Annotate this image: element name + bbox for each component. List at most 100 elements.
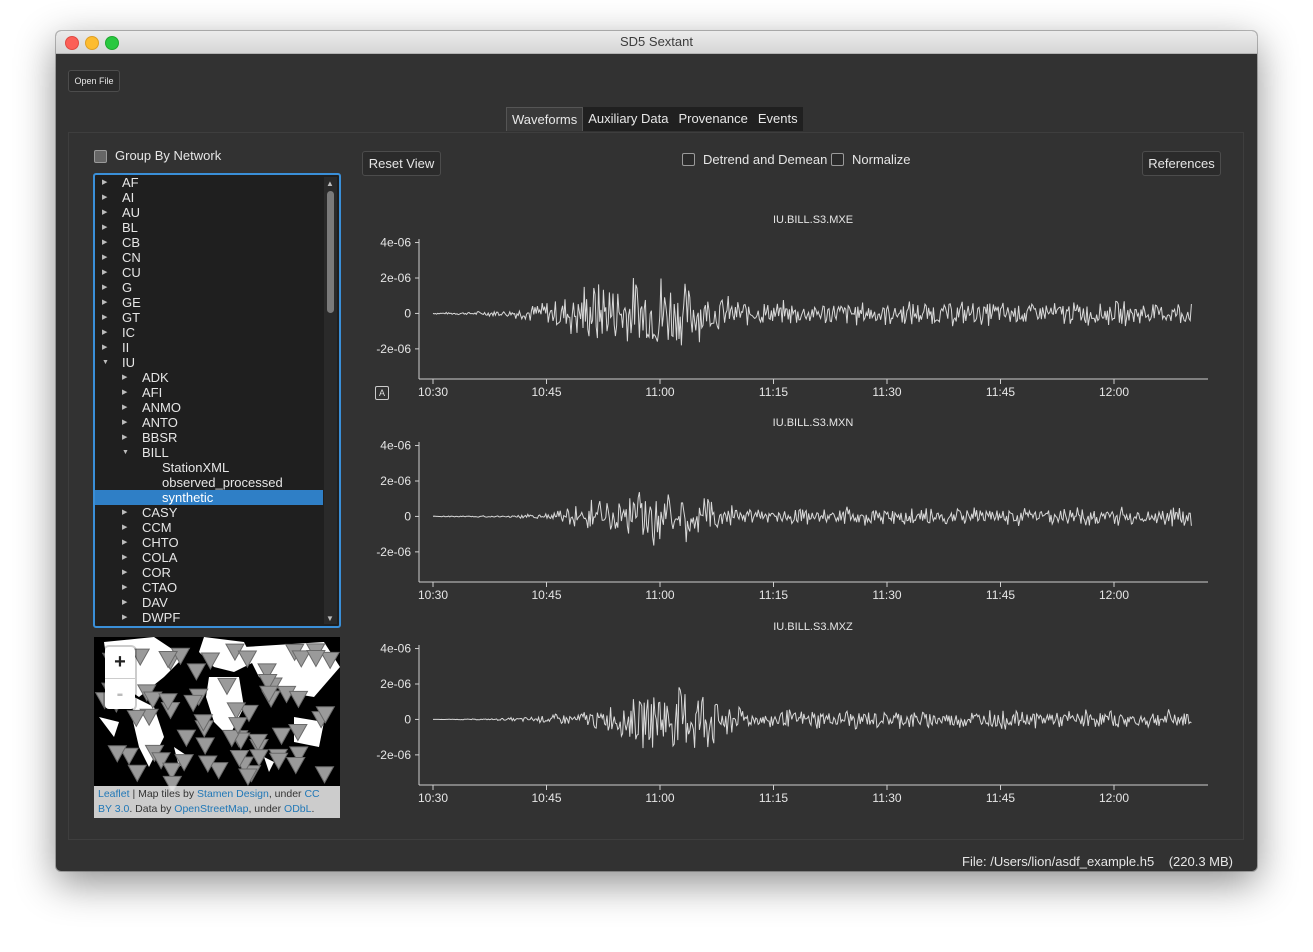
- tree-item-bbsr[interactable]: ▶ BBSR: [95, 430, 323, 445]
- collapsed-arrow-icon[interactable]: ▶: [122, 550, 127, 565]
- tree-scrollbar[interactable]: ▲ ▼: [324, 177, 337, 624]
- tab-provenance[interactable]: Provenance: [673, 107, 753, 131]
- collapsed-arrow-icon[interactable]: ▶: [122, 370, 127, 385]
- tree-item-ic[interactable]: ▶ IC: [95, 325, 323, 340]
- station-marker[interactable]: [288, 690, 309, 709]
- tree-item-au[interactable]: ▶ AU: [95, 205, 323, 220]
- tree-item-dav[interactable]: ▶ DAV: [95, 595, 323, 610]
- close-window-icon[interactable]: [65, 36, 79, 50]
- normalize-checkbox[interactable]: [831, 153, 844, 166]
- tree-item-adk[interactable]: ▶ ADK: [95, 370, 323, 385]
- tree-item-ii[interactable]: ▶ II: [95, 340, 323, 355]
- references-button[interactable]: References: [1142, 151, 1221, 176]
- collapsed-arrow-icon[interactable]: ▶: [102, 280, 107, 295]
- station-marker[interactable]: [288, 724, 308, 742]
- collapsed-arrow-icon[interactable]: ▶: [102, 250, 107, 265]
- collapsed-arrow-icon[interactable]: ▶: [102, 190, 107, 205]
- station-marker[interactable]: [271, 727, 292, 746]
- tree-item-chto[interactable]: ▶ CHTO: [95, 535, 323, 550]
- tree-item-synthetic[interactable]: synthetic: [95, 490, 323, 505]
- tree-item-casy[interactable]: ▶ CASY: [95, 505, 323, 520]
- tree-item-ccm[interactable]: ▶ CCM: [95, 520, 323, 535]
- tree-item-af[interactable]: ▶ AF: [95, 175, 323, 190]
- collapsed-arrow-icon[interactable]: ▶: [122, 505, 127, 520]
- tree-item-cn[interactable]: ▶ CN: [95, 250, 323, 265]
- tree-item-anto[interactable]: ▶ ANTO: [95, 415, 323, 430]
- tree-item-iu[interactable]: ▼ IU: [95, 355, 323, 370]
- station-marker[interactable]: [314, 766, 335, 784]
- collapsed-arrow-icon[interactable]: ▶: [122, 610, 127, 625]
- station-marker[interactable]: [186, 663, 207, 681]
- collapsed-arrow-icon[interactable]: ▶: [102, 340, 107, 355]
- station-marker[interactable]: [268, 752, 289, 771]
- station-marker[interactable]: [217, 677, 237, 696]
- expanded-arrow-icon[interactable]: ▼: [102, 355, 109, 370]
- maximize-window-icon[interactable]: [105, 36, 119, 50]
- tree-item-ge[interactable]: ▶ GE: [95, 295, 323, 310]
- collapsed-arrow-icon[interactable]: ▶: [102, 325, 107, 340]
- station-marker[interactable]: [127, 764, 148, 783]
- scroll-thumb[interactable]: [327, 191, 334, 313]
- collapsed-arrow-icon[interactable]: ▶: [122, 535, 127, 550]
- waveform-plot-0[interactable]: 4e-06 2e-06 0 -2e-06 10:30 10:45 11:00 11:15 11:…: [376, 236, 1208, 399]
- station-marker[interactable]: [320, 651, 340, 670]
- tree-item-cu[interactable]: ▶ CU: [95, 265, 323, 280]
- tree-item-g[interactable]: ▶ G: [95, 280, 323, 295]
- collapsed-arrow-icon[interactable]: ▶: [102, 235, 107, 250]
- tree-item-ctao[interactable]: ▶ CTAO: [95, 580, 323, 595]
- scroll-down-icon[interactable]: ▼: [326, 614, 334, 623]
- collapsed-arrow-icon[interactable]: ▶: [102, 265, 107, 280]
- station-marker[interactable]: [195, 737, 216, 755]
- collapsed-arrow-icon[interactable]: ▶: [122, 400, 127, 415]
- station-marker[interactable]: [208, 762, 229, 780]
- tree-item-bill[interactable]: ▼ BILL: [95, 445, 323, 460]
- tree-item-cb[interactable]: ▶ CB: [95, 235, 323, 250]
- collapsed-arrow-icon[interactable]: ▶: [122, 385, 127, 400]
- group-by-network-checkbox[interactable]: [94, 150, 107, 163]
- stamen-link[interactable]: Stamen Design: [197, 788, 269, 800]
- collapsed-arrow-icon[interactable]: ▶: [122, 430, 127, 445]
- station-marker[interactable]: [237, 650, 258, 669]
- station-marker[interactable]: [176, 729, 197, 748]
- waveform-plot-1[interactable]: 4e-06 2e-06 0 -2e-06 10:30 10:45 11:00 11:15 11:…: [376, 439, 1208, 602]
- minimize-window-icon[interactable]: [85, 36, 99, 50]
- tree-item-cor[interactable]: ▶ COR: [95, 565, 323, 580]
- expanded-arrow-icon[interactable]: ▼: [122, 445, 129, 460]
- osm-link[interactable]: OpenStreetMap: [174, 803, 248, 815]
- waveform-plot-2[interactable]: 4e-06 2e-06 0 -2e-06 10:30 10:45 11:00 11:15 11:…: [376, 642, 1208, 805]
- collapsed-arrow-icon[interactable]: ▶: [102, 175, 107, 190]
- tree-item-observed_processed[interactable]: observed_processed: [95, 475, 323, 490]
- collapsed-arrow-icon[interactable]: ▶: [122, 595, 127, 610]
- collapsed-arrow-icon[interactable]: ▶: [122, 580, 127, 595]
- odbl-link[interactable]: ODbL: [284, 803, 311, 815]
- station-marker[interactable]: [285, 756, 306, 775]
- tab-auxiliary-data[interactable]: Auxiliary Data: [583, 107, 674, 131]
- tree-item-dwpf[interactable]: ▶ DWPF: [95, 610, 323, 625]
- leaflet-link[interactable]: Leaflet: [98, 788, 130, 800]
- collapsed-arrow-icon[interactable]: ▶: [102, 310, 107, 325]
- tree-item-afi[interactable]: ▶ AFI: [95, 385, 323, 400]
- station-map[interactable]: + - Leaflet | Map tiles by Stamen Design…: [94, 637, 340, 818]
- tree-item-bl[interactable]: ▶ BL: [95, 220, 323, 235]
- tab-events[interactable]: Events: [752, 107, 803, 131]
- tab-waveforms[interactable]: Waveforms: [506, 107, 584, 131]
- station-marker[interactable]: [306, 650, 326, 668]
- open-file-button[interactable]: Open File: [68, 70, 120, 92]
- collapsed-arrow-icon[interactable]: ▶: [122, 565, 127, 580]
- zoom-in-button[interactable]: +: [105, 647, 135, 678]
- collapsed-arrow-icon[interactable]: ▶: [102, 220, 107, 235]
- waveform-plots[interactable]: 4e-06 2e-06 0 -2e-06 10:30 10:45 11:00 11:15 11:…: [356, 221, 1256, 861]
- plot-badge[interactable]: A: [375, 386, 389, 400]
- tree-item-ai[interactable]: ▶ AI: [95, 190, 323, 205]
- station-marker[interactable]: [126, 709, 147, 728]
- collapsed-arrow-icon[interactable]: ▶: [102, 295, 107, 310]
- reset-view-button[interactable]: Reset View: [362, 151, 441, 176]
- detrend-checkbox[interactable]: [682, 153, 695, 166]
- tree-item-stationxml[interactable]: StationXML: [95, 460, 323, 475]
- scroll-up-icon[interactable]: ▲: [326, 179, 334, 188]
- zoom-out-button[interactable]: -: [105, 678, 135, 710]
- tree-item-anmo[interactable]: ▶ ANMO: [95, 400, 323, 415]
- collapsed-arrow-icon[interactable]: ▶: [102, 205, 107, 220]
- tree-item-gt[interactable]: ▶ GT: [95, 310, 323, 325]
- collapsed-arrow-icon[interactable]: ▶: [122, 520, 127, 535]
